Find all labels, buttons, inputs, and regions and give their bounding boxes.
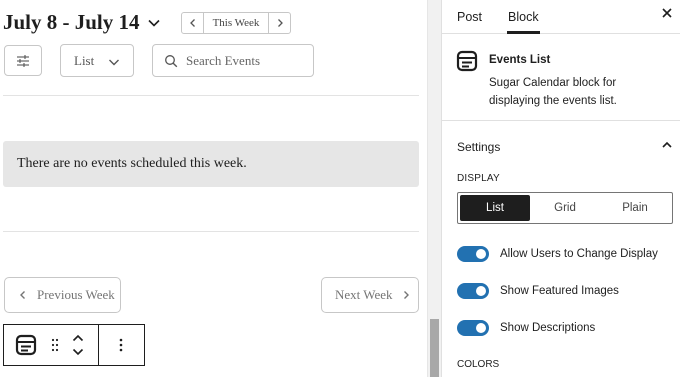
date-range-dropdown[interactable]: July 8 - July 14	[3, 10, 161, 35]
next-week-arrow-button[interactable]	[268, 13, 290, 33]
tab-post-label: Post	[457, 9, 483, 24]
move-controls	[62, 325, 94, 365]
settings-collapse-button[interactable]	[660, 138, 674, 152]
chevron-up-icon	[662, 141, 672, 148]
colors-label: COLORS	[457, 359, 500, 370]
sliders-icon	[17, 54, 29, 67]
chevron-left-icon	[189, 19, 195, 27]
settings-sidebar: Post Block Events List Sugar Calendar bl…	[441, 0, 680, 377]
display-option-list[interactable]: List	[460, 195, 530, 221]
tab-block-label: Block	[508, 9, 539, 24]
next-week-label: Next Week	[335, 287, 393, 302]
previous-week-arrow-button[interactable]	[182, 13, 204, 33]
week-navigation: This Week	[181, 12, 291, 34]
divider	[3, 231, 419, 232]
display-option-grid[interactable]: Grid	[530, 195, 600, 221]
sidebar-tabs: Post Block	[442, 0, 680, 34]
chevron-right-icon	[277, 19, 283, 27]
allow-change-display-label: Allow Users to Change Display	[500, 248, 658, 260]
chevron-down-icon	[147, 16, 161, 30]
display-label: DISPLAY	[457, 173, 500, 184]
drag-handle-button[interactable]	[48, 325, 62, 365]
chevron-down-icon	[72, 348, 84, 356]
chevron-down-icon	[108, 55, 120, 67]
close-icon	[662, 8, 672, 18]
toggle-show-featured-images: Show Featured Images	[457, 283, 619, 299]
show-descriptions-label: Show Descriptions	[500, 322, 596, 334]
chevron-left-icon	[17, 289, 29, 301]
allow-change-display-switch[interactable]	[457, 246, 489, 262]
canvas-scrollbar[interactable]	[427, 0, 441, 377]
switch-knob	[476, 249, 486, 259]
previous-week-button[interactable]: Previous Week	[4, 277, 121, 313]
display-option-plain[interactable]: Plain	[600, 195, 670, 221]
block-options-button[interactable]	[99, 325, 143, 365]
more-vertical-icon	[119, 338, 123, 352]
drag-handle-icon	[51, 338, 59, 352]
block-toolbar	[3, 324, 145, 366]
block-description: Sugar Calendar block for displaying the …	[489, 77, 617, 107]
chevron-right-icon	[400, 289, 412, 301]
search-events-input[interactable]	[186, 52, 306, 69]
show-featured-images-switch[interactable]	[457, 283, 489, 299]
filter-button[interactable]	[4, 45, 42, 76]
no-events-notice: There are no events scheduled this week.	[3, 141, 419, 187]
editor-canvas: July 8 - July 14 This Week List Search E…	[0, 0, 427, 377]
date-range-title: July 8 - July 14	[3, 10, 140, 34]
block-card: Events List Sugar Calendar block for dis…	[442, 34, 680, 121]
toggle-allow-change-display: Allow Users to Change Display	[457, 246, 658, 262]
display-select-value: List	[74, 52, 95, 68]
search-icon	[164, 54, 178, 68]
previous-week-label: Previous Week	[37, 287, 115, 302]
search-events-field[interactable]	[152, 44, 314, 77]
move-up-button[interactable]	[68, 331, 88, 345]
toggle-show-descriptions: Show Descriptions	[457, 320, 595, 336]
chevron-up-icon	[72, 334, 84, 342]
settings-panel-title[interactable]: Settings	[457, 140, 500, 154]
block-type-button[interactable]	[4, 325, 48, 365]
display-segmented-control: List Grid Plain	[457, 192, 673, 224]
scrollbar-thumb[interactable]	[430, 319, 439, 377]
calendar-block-icon	[15, 334, 37, 356]
tab-block[interactable]: Block	[507, 0, 540, 34]
show-featured-images-label: Show Featured Images	[500, 285, 619, 297]
divider	[3, 95, 419, 96]
block-name: Events List	[489, 54, 551, 66]
switch-knob	[476, 286, 486, 296]
tab-post[interactable]: Post	[457, 0, 482, 33]
close-sidebar-button[interactable]	[660, 6, 674, 20]
calendar-block-icon	[456, 50, 478, 72]
move-down-button[interactable]	[68, 345, 88, 359]
this-week-button[interactable]: This Week	[204, 13, 268, 33]
next-week-button[interactable]: Next Week	[321, 277, 419, 313]
no-events-message: There are no events scheduled this week.	[17, 156, 247, 171]
show-descriptions-switch[interactable]	[457, 320, 489, 336]
display-select[interactable]: List	[60, 44, 134, 77]
switch-knob	[476, 323, 486, 333]
